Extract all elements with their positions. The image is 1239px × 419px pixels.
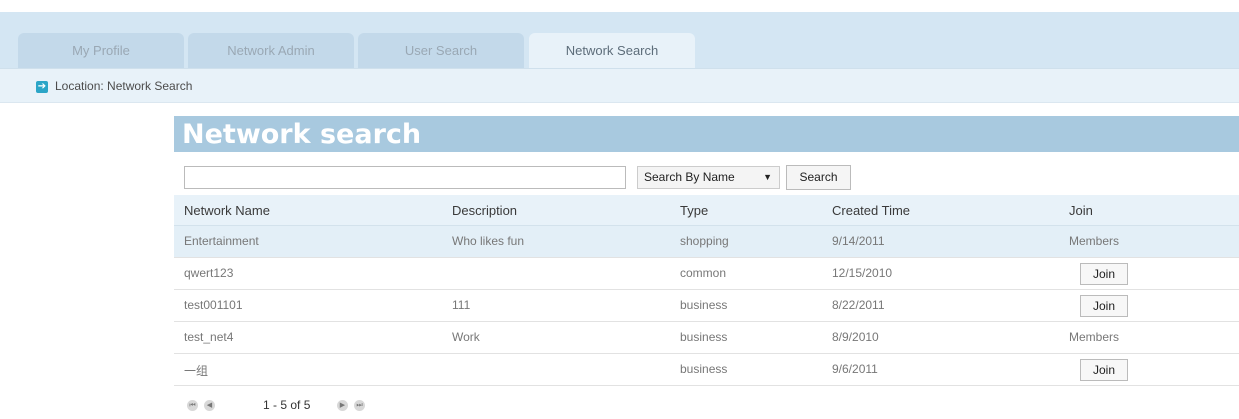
network-name-cell: 一组 xyxy=(184,364,209,378)
network-name-cell: test001101 xyxy=(184,298,243,312)
table-header: Network Name Description Type Created Ti… xyxy=(174,195,1239,226)
join-button[interactable]: Join xyxy=(1080,295,1128,317)
column-header-network-name[interactable]: Network Name xyxy=(184,203,270,218)
location-bar: ➔ Location: Network Search xyxy=(0,68,1239,103)
network-search-panel: Network search Search By Name ▼ Search N… xyxy=(174,116,1239,386)
location-text: Location: Network Search xyxy=(55,79,193,93)
type-cell: business xyxy=(680,362,728,376)
table-row[interactable]: qwert123 common 12/15/2010 Join xyxy=(174,258,1239,290)
description-cell: Who likes fun xyxy=(452,234,525,248)
last-page-icon[interactable]: ⏭ xyxy=(354,400,365,411)
tab-user-search[interactable]: User Search xyxy=(358,33,524,70)
created-time-cell: 9/14/2011 xyxy=(832,234,885,248)
network-name-cell: Entertainment xyxy=(184,234,259,248)
members-label: Members xyxy=(1069,330,1120,344)
tab-bar: My Profile Network Admin User Search Net… xyxy=(0,12,1239,70)
table-row[interactable]: test001101 111 business 8/22/2011 Join xyxy=(174,290,1239,322)
description-cell: Work xyxy=(452,330,480,344)
members-label: Members xyxy=(1069,234,1120,248)
type-cell: business xyxy=(680,298,728,312)
column-header-description[interactable]: Description xyxy=(452,203,517,218)
arrow-right-icon: ➔ xyxy=(36,81,48,93)
search-row: Search By Name ▼ Search xyxy=(184,165,1239,192)
pager: ⏮ ◀ 1 - 5 of 5 ▶ ⏭ xyxy=(184,398,484,416)
search-type-select[interactable]: Search By Name ▼ xyxy=(637,166,780,189)
search-type-label: Search By Name xyxy=(644,170,735,184)
network-name-cell: test_net4 xyxy=(184,330,234,344)
join-button[interactable]: Join xyxy=(1080,263,1128,285)
column-header-created-time[interactable]: Created Time xyxy=(832,203,910,218)
network-table: Network Name Description Type Created Ti… xyxy=(174,195,1239,386)
created-time-cell: 8/22/2011 xyxy=(832,298,885,312)
created-time-cell: 8/9/2010 xyxy=(832,330,879,344)
tab-network-admin[interactable]: Network Admin xyxy=(188,33,354,70)
type-cell: common xyxy=(680,266,727,280)
created-time-cell: 9/6/2011 xyxy=(832,362,878,376)
search-input[interactable] xyxy=(184,166,626,189)
first-page-icon[interactable]: ⏮ xyxy=(187,400,198,411)
column-header-join[interactable]: Join xyxy=(1069,203,1093,218)
search-button[interactable]: Search xyxy=(786,165,851,190)
description-cell: 111 xyxy=(452,298,471,312)
join-button[interactable]: Join xyxy=(1080,359,1128,381)
tab-my-profile[interactable]: My Profile xyxy=(18,33,184,70)
network-name-cell: qwert123 xyxy=(184,266,234,280)
type-cell: shopping xyxy=(680,234,729,248)
next-page-icon[interactable]: ▶ xyxy=(337,400,348,411)
column-header-type[interactable]: Type xyxy=(680,203,708,218)
table-row[interactable]: test_net4 Work business 8/9/2010 Members xyxy=(174,322,1239,354)
type-cell: business xyxy=(680,330,728,344)
tab-network-search[interactable]: Network Search xyxy=(529,33,695,70)
chevron-down-icon: ▼ xyxy=(763,172,772,182)
table-row[interactable]: 一组 business 9/6/2011 Join xyxy=(174,354,1239,386)
previous-page-icon[interactable]: ◀ xyxy=(204,400,215,411)
created-time-cell: 12/15/2010 xyxy=(832,266,893,280)
pager-summary: 1 - 5 of 5 xyxy=(263,398,311,412)
page-title: Network search xyxy=(174,116,1239,152)
table-row[interactable]: Entertainment Who likes fun shopping 9/1… xyxy=(174,226,1239,258)
